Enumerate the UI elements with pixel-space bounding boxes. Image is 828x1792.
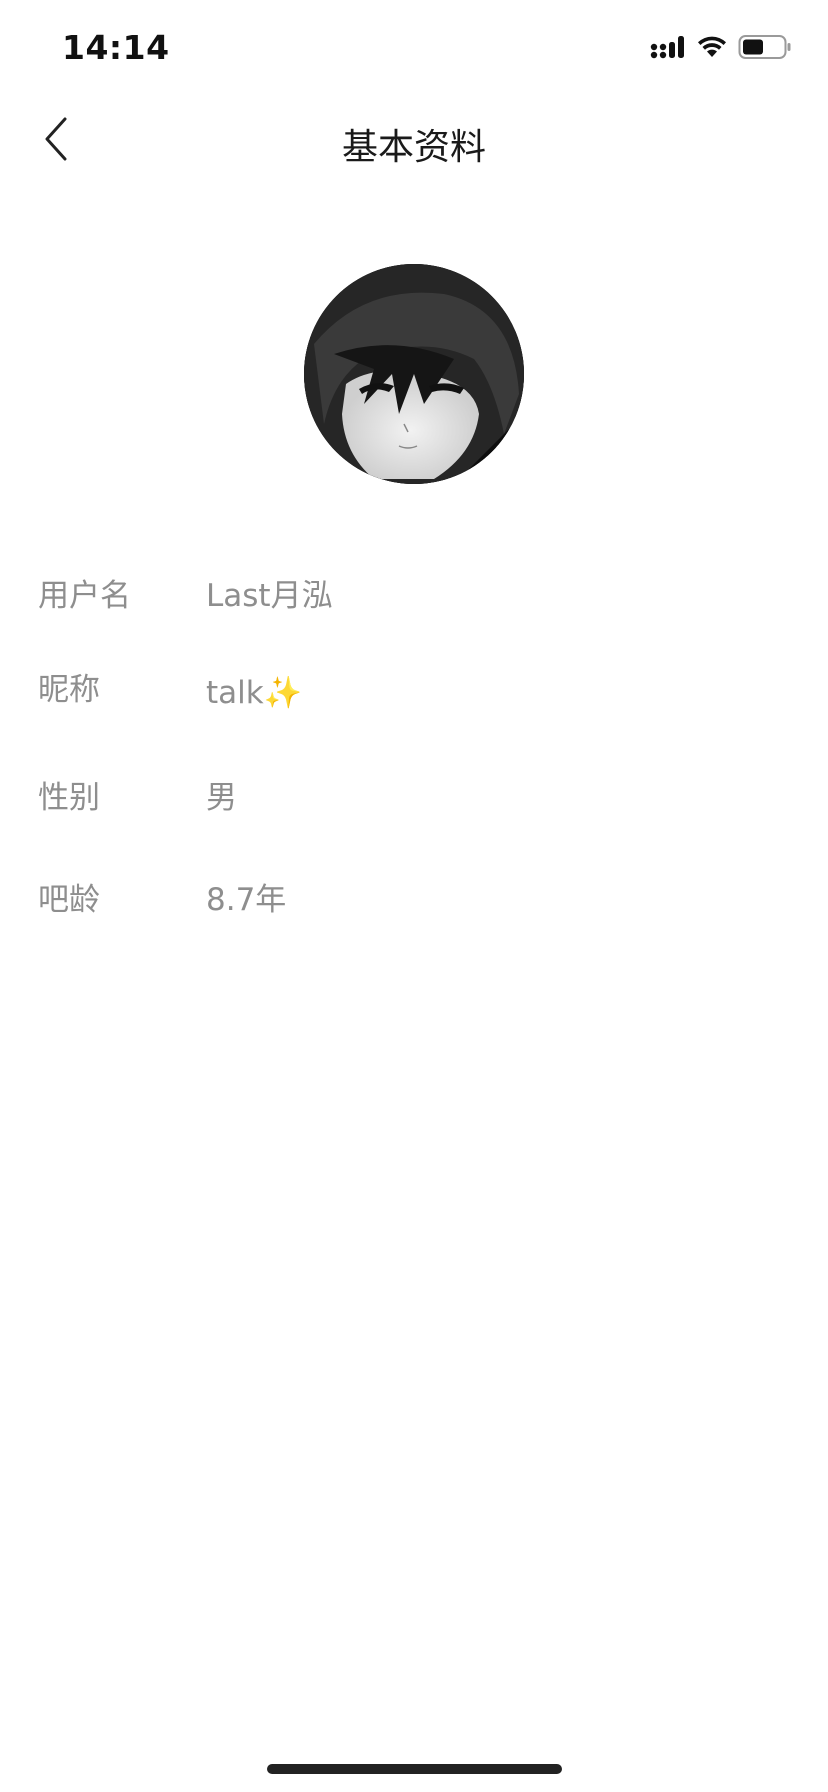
avatar-image xyxy=(304,264,524,484)
username-value: Last月泓 xyxy=(206,578,333,614)
nickname-label: 昵称 xyxy=(38,672,100,708)
home-indicator[interactable] xyxy=(267,1764,562,1774)
gender-label: 性别 xyxy=(38,780,100,816)
info-row-username: 用户名 Last月泓 xyxy=(0,552,828,654)
nickname-value: talk✨ xyxy=(206,675,303,711)
battery-icon xyxy=(738,34,792,64)
info-row-gender: 性别 男 xyxy=(0,756,828,858)
status-time: 14:14 xyxy=(62,28,170,67)
status-bar: 14:14 xyxy=(0,0,828,96)
gender-value: 男 xyxy=(206,780,237,816)
info-list: 用户名 Last月泓 昵称 talk✨ 性别 男 吧龄 8.7年 xyxy=(0,552,828,960)
wifi-icon xyxy=(696,35,728,63)
cellular-signal-icon xyxy=(650,34,686,64)
avatar[interactable] xyxy=(304,264,524,484)
nav-bar: 基本资料 xyxy=(0,96,828,186)
info-row-nickname: 昵称 talk✨ xyxy=(0,654,828,756)
page-title: 基本资料 xyxy=(341,127,486,168)
username-label: 用户名 xyxy=(38,578,131,614)
status-icons xyxy=(650,34,792,64)
bar-age-value: 8.7年 xyxy=(206,882,287,918)
info-row-bar-age: 吧龄 8.7年 xyxy=(0,858,828,960)
bar-age-label: 吧龄 xyxy=(38,882,100,918)
